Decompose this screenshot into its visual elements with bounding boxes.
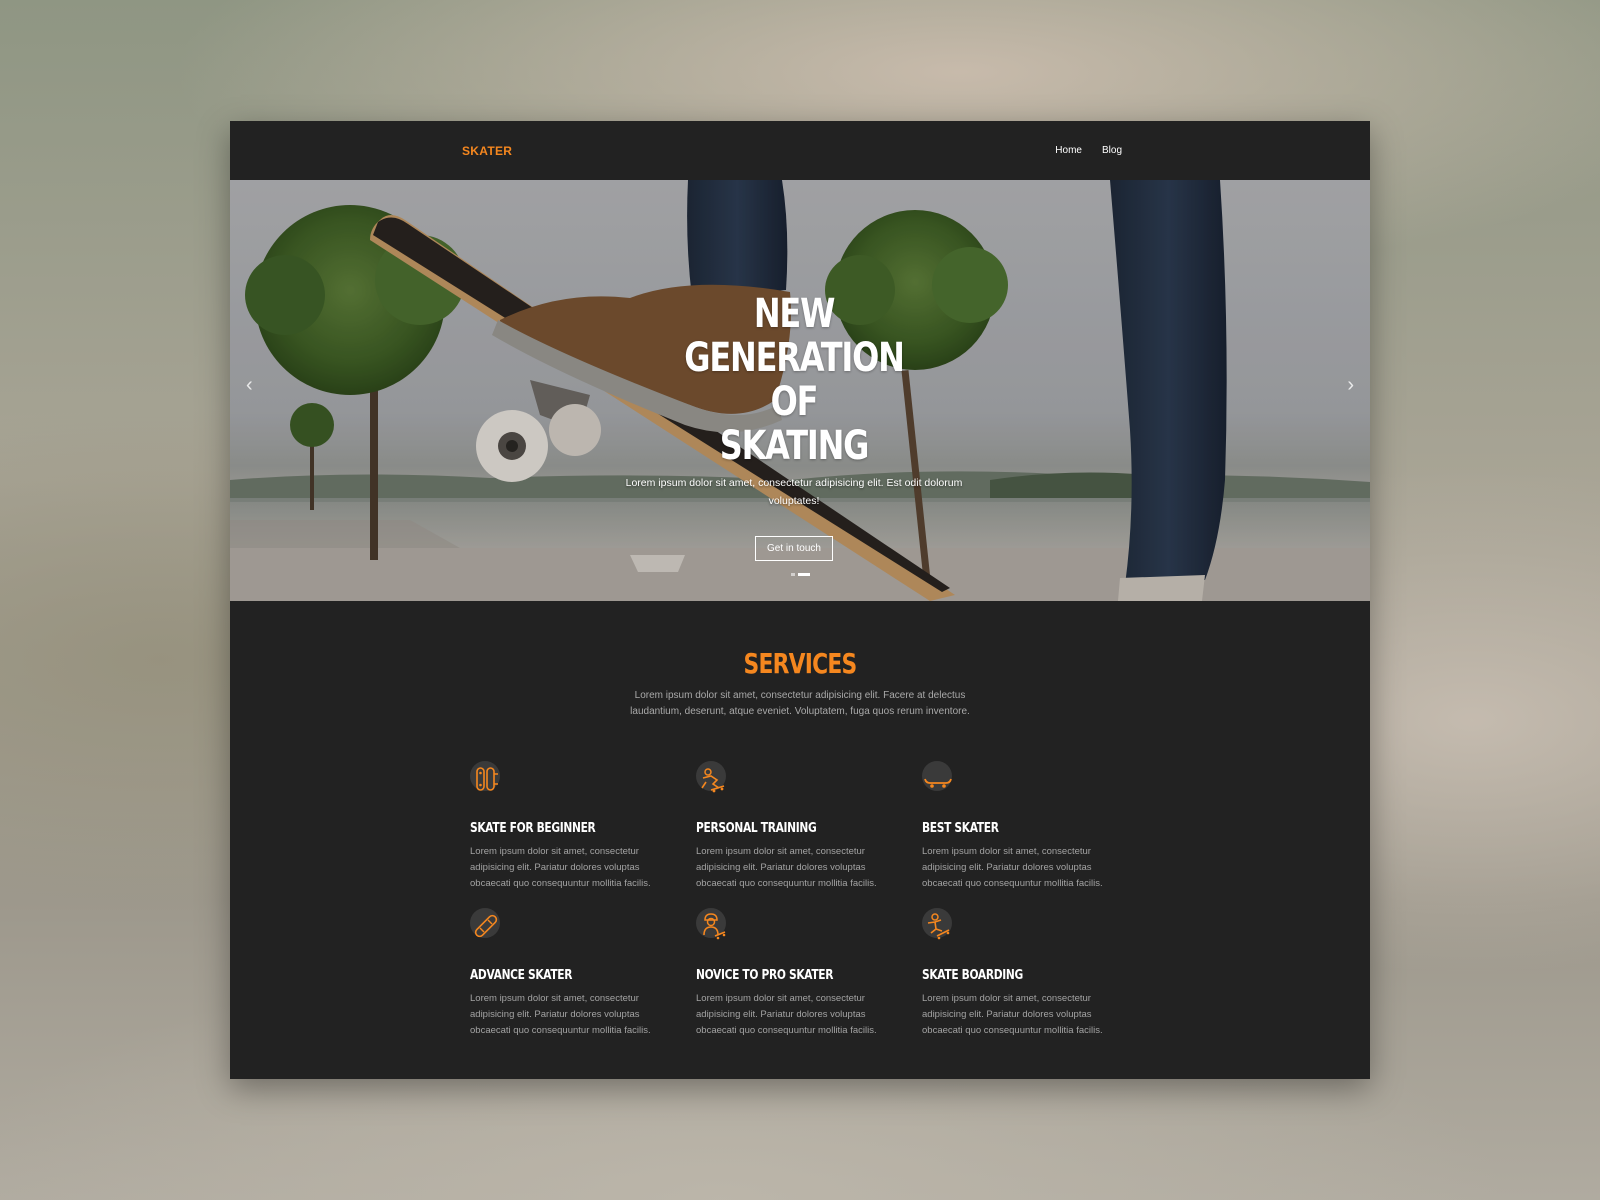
- hero-title-line-1: NEW GENERATION OF: [684, 291, 905, 425]
- service-text: Lorem ipsum dolor sit amet, consectetur …: [696, 846, 877, 889]
- nav-link-blog[interactable]: Blog: [1102, 145, 1122, 156]
- skateboard-diagonal-icon: [470, 908, 500, 938]
- service-card: SKATE FOR BEGINNER Lorem ipsum dolor sit…: [470, 761, 680, 892]
- service-text: Lorem ipsum dolor sit amet, consectetur …: [696, 993, 877, 1036]
- service-title: SKATE FOR BEGINNER: [470, 821, 596, 836]
- carousel-next-icon[interactable]: ›: [1347, 375, 1354, 395]
- service-card: ADVANCE SKATER Lorem ipsum dolor sit ame…: [470, 908, 680, 1039]
- services-section: SERVICES Lorem ipsum dolor sit amet, con…: [230, 601, 1370, 1079]
- carousel-dot-1[interactable]: [791, 573, 795, 576]
- nav-links: Home Blog: [1055, 145, 1122, 156]
- service-text: Lorem ipsum dolor sit amet, consectetur …: [922, 993, 1103, 1036]
- get-in-touch-button[interactable]: Get in touch: [755, 536, 833, 561]
- hero-content: NEW GENERATION OF SKATING Lorem ipsum do…: [624, 292, 964, 561]
- carousel-dot-2[interactable]: [798, 573, 810, 576]
- service-text: Lorem ipsum dolor sit amet, consectetur …: [470, 993, 651, 1036]
- service-title: PERSONAL TRAINING: [696, 821, 817, 836]
- brand-logo[interactable]: SKATER: [462, 144, 512, 158]
- service-title: BEST SKATER: [922, 821, 999, 836]
- hero-title-line-2: SKATING: [719, 423, 870, 469]
- navbar: SKATER Home Blog: [230, 121, 1370, 180]
- carousel-prev-icon[interactable]: ‹: [246, 375, 253, 395]
- service-title: SKATE BOARDING: [922, 968, 1023, 983]
- services-title: SERVICES: [743, 647, 858, 680]
- service-card: PERSONAL TRAINING Lorem ipsum dolor sit …: [696, 761, 906, 892]
- carousel-indicators: [791, 573, 810, 576]
- service-card: NOVICE TO PRO SKATER Lorem ipsum dolor s…: [696, 908, 906, 1039]
- hero-subtitle: Lorem ipsum dolor sit amet, consectetur …: [625, 477, 963, 507]
- service-title: ADVANCE SKATER: [470, 968, 573, 983]
- skater-jump-icon: [922, 908, 952, 940]
- service-title: NOVICE TO PRO SKATER: [696, 968, 834, 983]
- service-text: Lorem ipsum dolor sit amet, consectetur …: [922, 846, 1103, 889]
- service-card: SKATE BOARDING Lorem ipsum dolor sit ame…: [922, 908, 1132, 1039]
- skater-training-icon: [696, 761, 726, 793]
- skater-person-icon: [696, 908, 726, 940]
- hero-carousel: NEW GENERATION OF SKATING Lorem ipsum do…: [230, 180, 1370, 601]
- skateboard-pair-icon: [470, 761, 500, 791]
- service-text: Lorem ipsum dolor sit amet, consectetur …: [470, 846, 651, 889]
- service-card: BEST SKATER Lorem ipsum dolor sit amet, …: [922, 761, 1132, 892]
- nav-link-home[interactable]: Home: [1055, 145, 1082, 156]
- services-subtitle: Lorem ipsum dolor sit amet, consectetur …: [630, 690, 970, 717]
- website-mockup: SKATER Home Blog NEW GENERATION OF SKATI…: [230, 121, 1370, 1079]
- hero-title: NEW GENERATION OF SKATING: [658, 292, 930, 468]
- skateboard-side-icon: [922, 761, 952, 791]
